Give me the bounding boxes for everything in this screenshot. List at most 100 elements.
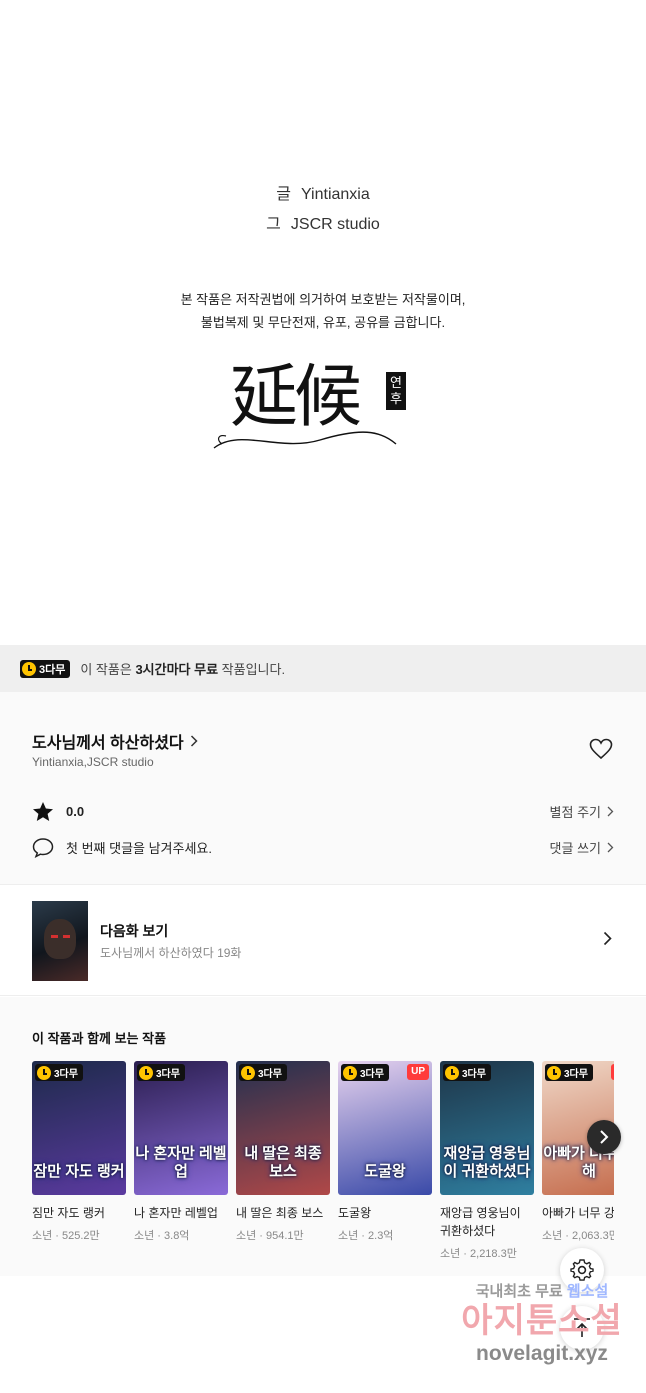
write-comment-label: 댓글 쓰기 — [549, 841, 601, 856]
copyright-notice: 본 작품은 저작권법에 의거하여 보호받는 저작물이며, 불법복제 및 무단전재… — [0, 288, 646, 334]
chevron-right-icon — [190, 735, 198, 747]
recommendation-card[interactable]: 3다무나 혼자만 레벨업 나 혼자만 레벨업소년 · 3.8억 — [134, 1061, 228, 1243]
writer-credit: 글 Yintianxia — [0, 180, 646, 210]
recommendation-meta: 소년 · 2,063.3만 — [542, 1230, 614, 1242]
work-title: 도사님께서 하산하셨다 — [32, 735, 184, 752]
wait-free-badge-label: 3다무 — [39, 663, 66, 676]
recommendation-cover: 3다무 UP 도굴왕 — [338, 1061, 432, 1195]
next-episode-card[interactable]: 다음화 보기 도사님께서 하산하였다 19화 — [0, 884, 646, 996]
star-icon — [33, 802, 53, 821]
logo-flourish — [213, 431, 397, 449]
chevron-right-icon — [603, 931, 612, 946]
cover-title-art: 잠만 자도 랭커 — [33, 1163, 125, 1180]
clock-icon — [139, 1065, 153, 1080]
free-notice-bold: 3시간마다 무료 — [135, 662, 219, 677]
settings-button[interactable] — [560, 1248, 604, 1292]
recommendation-title: 도굴왕 — [338, 1206, 372, 1220]
carousel-next-button[interactable] — [587, 1120, 621, 1154]
recommendation-title: 짐만 자도 랭커 — [32, 1206, 105, 1220]
recommendation-cover: 3다무나 혼자만 레벨업 — [134, 1061, 228, 1195]
watermark-line-1a: 국내최초 무료 — [475, 1283, 567, 1300]
recommendations-heading: 이 작품과 함께 보는 작품 — [32, 1031, 167, 1046]
artist-name: JSCR studio — [290, 216, 380, 233]
wait-free-badge: 3다무 — [443, 1064, 491, 1081]
recommendations-carousel: 3다무 잠만 자도 랭커 짐만 자도 랭커 소년 · 525.2만 3다무 나 혼자만 레… — [32, 1061, 614, 1261]
wait-free-badge: 3다무 — [35, 1064, 83, 1081]
gear-icon — [570, 1259, 594, 1281]
watermark-line-3: novelagit.xyz — [476, 1342, 608, 1365]
wait-free-badge-label: 3다무 — [156, 1069, 180, 1080]
comment-row: 첫 번째 댓글을 남겨주세요. 댓글 쓰기 — [32, 837, 614, 858]
recommendation-card[interactable]: 3다무 재앙급 영웅님이 귀환하셨다 재앙급 영웅님이 귀환하셨다 소년 · 2,21… — [440, 1061, 534, 1261]
artist-credit: 그 JSCR studio — [0, 210, 646, 240]
cover-title-art: 도굴왕 — [364, 1163, 406, 1180]
recommendation-meta: 소년 · 525.2만 — [32, 1230, 100, 1242]
clock-icon — [37, 1065, 51, 1080]
recommendation-cover: 3다무재앙급 영웅님이 귀환하셨다 — [440, 1061, 534, 1195]
wait-free-badge-label: 3다무 — [258, 1069, 282, 1080]
copyright-line-2: 불법복제 및 무단전재, 유포, 공유를 금합니다. — [200, 315, 446, 330]
clock-icon — [445, 1065, 459, 1080]
logo-hangul: 연후 — [386, 372, 406, 410]
recommendations-section: 이 작품과 함께 보는 작품 3다무잠만 자도 랭커짐만 자도 랭커소년 · 5… — [0, 997, 646, 1276]
recommendation-title: 아빠가 너무 강해 — [542, 1206, 614, 1220]
arrow-up-icon — [574, 1318, 590, 1337]
cover-title-art: 재앙급 영웅님이 귀환하셨다 — [443, 1145, 531, 1180]
chevron-right-icon — [607, 842, 614, 853]
comment-prompt: 첫 번째 댓글을 남겨주세요. — [66, 841, 213, 856]
writer-label: 글 — [276, 186, 291, 203]
recommendation-title: 내 딸은 최종 보스 — [236, 1206, 324, 1220]
up-badge: UP — [611, 1064, 614, 1080]
wait-free-badge-label: 3다무 — [360, 1069, 384, 1080]
wait-free-badge: 3다무 — [545, 1064, 593, 1081]
artist-label: 그 — [266, 216, 281, 233]
wait-free-badge: 3다무 — [239, 1064, 287, 1081]
free-notice-text: 이 작품은 3시간마다 무료 작품입니다. — [80, 659, 285, 678]
work-title-link[interactable]: 도사님께서 하산하셨다 — [32, 729, 198, 753]
cover-title-art: 나 혼자만 레벨업 — [135, 1145, 227, 1180]
chevron-right-icon — [600, 1130, 609, 1144]
writer-name: Yintianxia — [300, 186, 370, 203]
watermark-line-2: 아지툰소설 — [461, 1302, 623, 1340]
free-notice-banner: 3다무 이 작품은 3시간마다 무료 작품입니다. — [0, 645, 646, 692]
heart-icon[interactable] — [589, 738, 613, 760]
recommendation-meta: 소년 · 2,218.3만 — [440, 1248, 517, 1260]
rate-button[interactable]: 별점 주기 — [550, 802, 614, 821]
free-notice-suffix: 작품입니다. — [218, 662, 286, 677]
clock-icon — [547, 1065, 561, 1080]
cover-title-art: 내 딸은 최종 보스 — [244, 1145, 322, 1180]
comment-icon — [32, 838, 54, 858]
write-comment-button[interactable]: 댓글 쓰기 — [550, 838, 614, 857]
recommendation-card[interactable]: 3다무 UP 도굴왕 도굴왕 소년 · 2.3억 — [338, 1061, 432, 1243]
wait-free-badge: 3다무 — [137, 1064, 185, 1081]
next-episode-subtitle: 도사님께서 하산하였다 19화 — [100, 946, 242, 960]
clock-icon — [22, 661, 36, 676]
scroll-top-button[interactable] — [560, 1306, 604, 1350]
next-episode-thumbnail — [32, 901, 88, 981]
next-episode-label: 다음화 보기 — [100, 923, 169, 939]
wait-free-badge: 3다무 — [20, 659, 71, 678]
copyright-line-1: 본 작품은 저작권법에 의거하여 보호받는 저작물이며, — [180, 292, 466, 307]
recommendation-cover: 3다무내 딸은 최종 보스 — [236, 1061, 330, 1195]
recommendation-meta: 소년 · 3.8억 — [134, 1230, 190, 1242]
recommendation-card[interactable]: 3다무잠만 자도 랭커짐만 자도 랭커소년 · 525.2만 — [32, 1061, 126, 1243]
wait-free-badge-label: 3다무 — [462, 1069, 486, 1080]
clock-icon — [241, 1065, 255, 1080]
series-logo: 延候 연후 — [210, 358, 410, 454]
recommendation-card[interactable]: 3다무 내 딸은 최종 보스 내 딸은 최종 보스 소년 · 954.1만 — [236, 1061, 330, 1243]
clock-icon — [343, 1065, 357, 1080]
free-notice-prefix: 이 작품은 — [80, 662, 136, 677]
chevron-right-icon — [607, 806, 614, 817]
up-badge: UP — [407, 1064, 429, 1080]
work-info-section: 도사님께서 하산하셨다 Yintianxia,JSCR studio 0.0 별… — [0, 692, 646, 884]
recommendation-title: 재앙급 영웅님이 귀환하셨다 — [440, 1206, 521, 1238]
recommendation-cover: 3다무잠만 자도 랭커 — [32, 1061, 126, 1195]
recommendation-meta: 소년 · 2.3억 — [338, 1230, 394, 1242]
rating-row: 0.0 별점 주기 — [32, 801, 614, 822]
rating-value: 0.0 — [66, 804, 85, 819]
site-watermark: 국내최초 무료 웹소설 아지툰소설 novelagit.xyz — [442, 1280, 642, 1367]
recommendation-meta: 소년 · 954.1만 — [236, 1230, 304, 1242]
rate-button-label: 별점 주기 — [549, 805, 601, 820]
wait-free-badge-label: 3다무 — [54, 1069, 78, 1080]
wait-free-badge: 3다무 — [341, 1064, 389, 1081]
